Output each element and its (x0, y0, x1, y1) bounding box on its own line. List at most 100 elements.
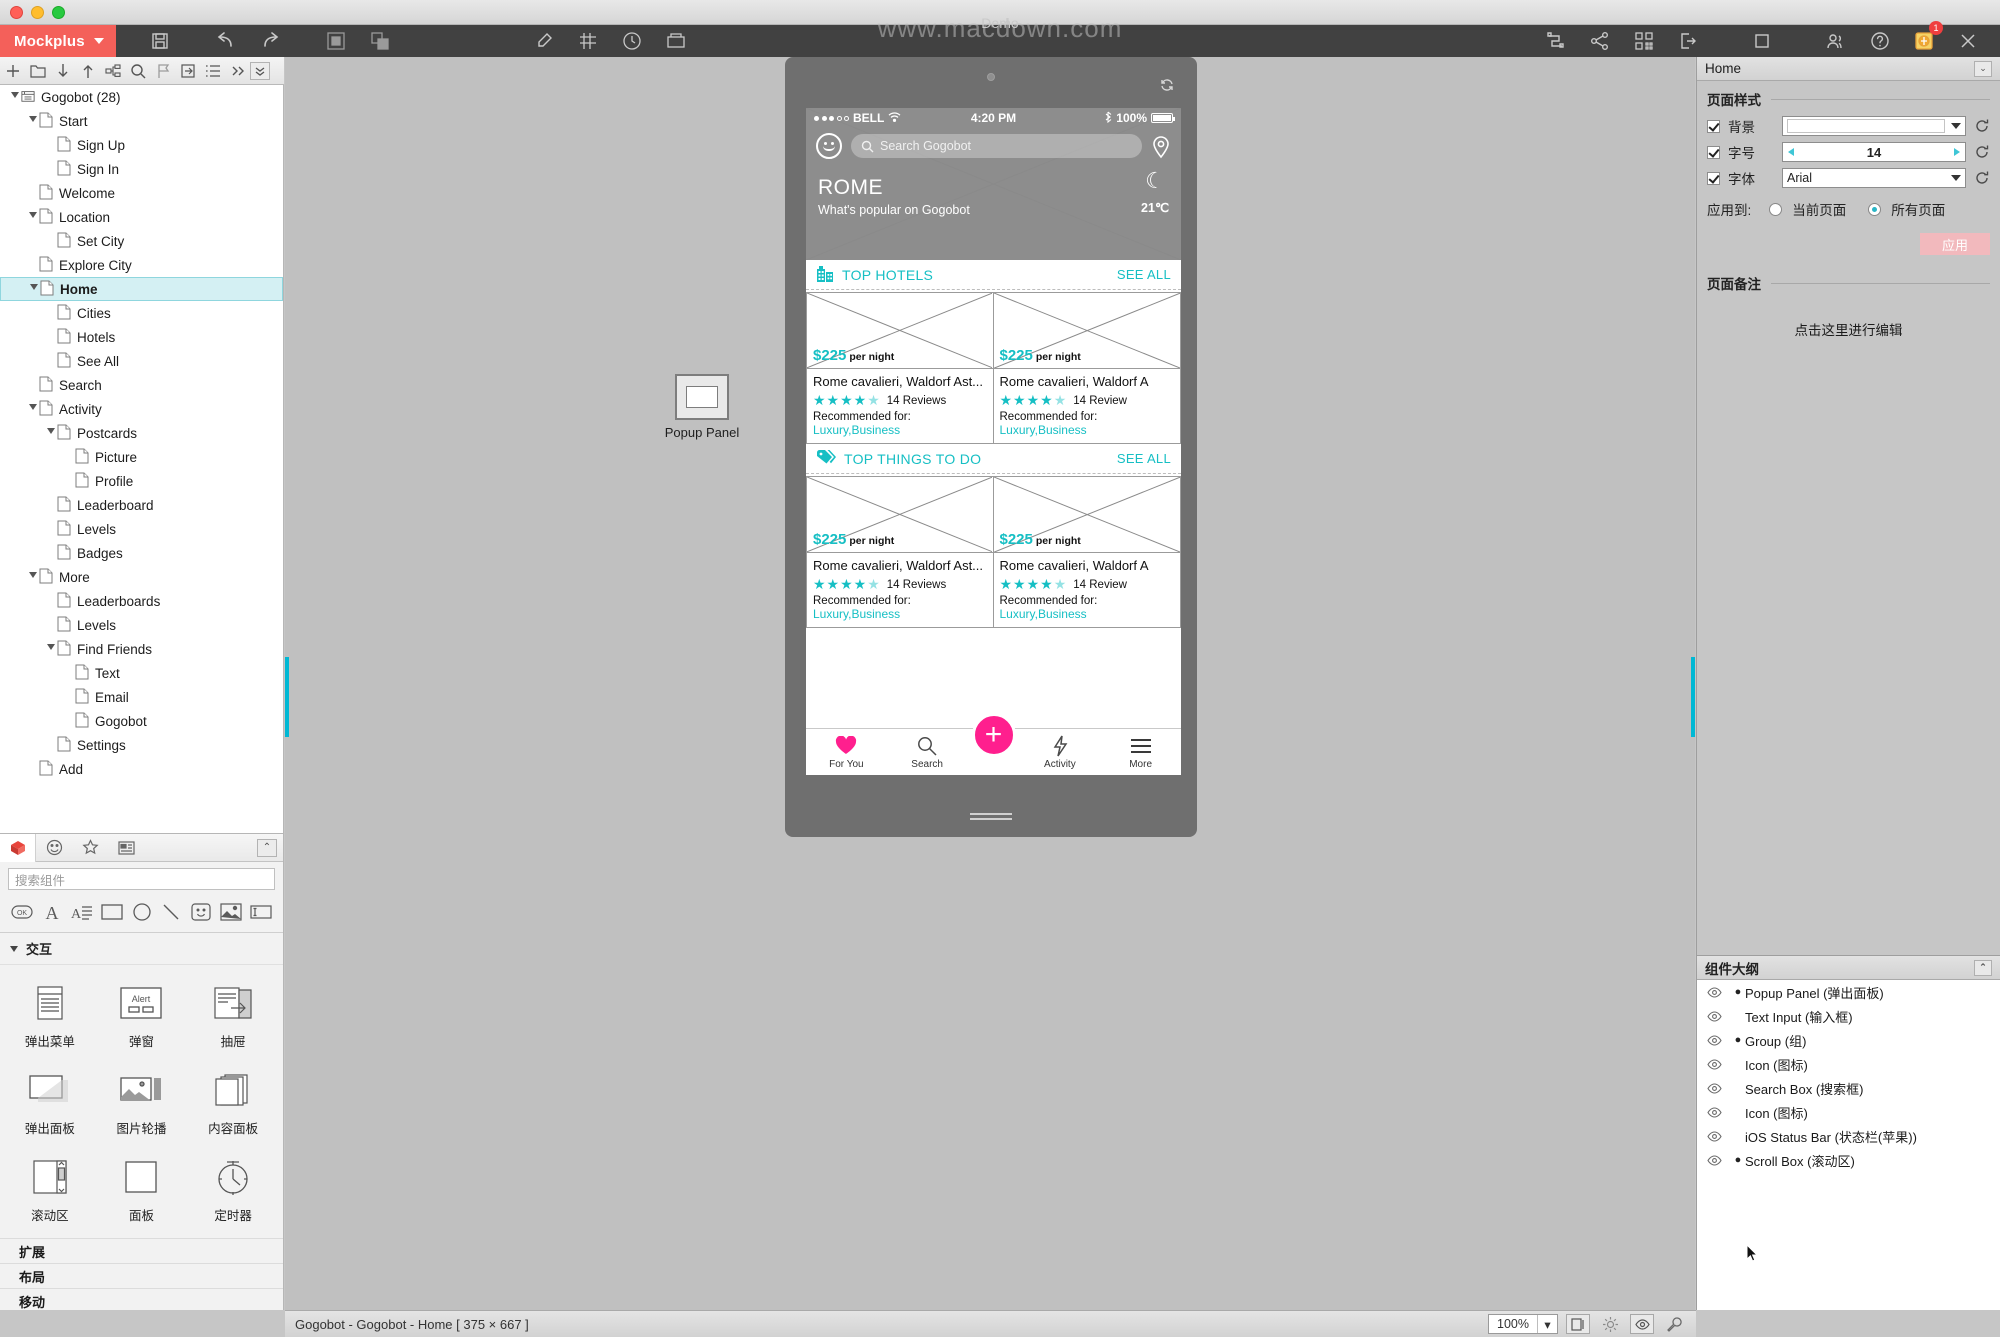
image-icon[interactable] (219, 900, 243, 924)
library-items-grid[interactable]: 弹出菜单 Alert 弹窗 抽屉 弹出面板 图片轮播 内容面板 滚动区 面板 定时器 (0, 965, 283, 1238)
close-window-button[interactable] (10, 6, 23, 19)
property-row-background[interactable]: 背景 (1697, 113, 2000, 139)
undo-icon[interactable] (211, 26, 241, 56)
outline-item[interactable]: Icon (图标) (1697, 1100, 2000, 1124)
move-down-icon[interactable] (50, 58, 75, 83)
tree-item-leaderboards[interactable]: Leaderboards (0, 589, 283, 613)
see-all-link[interactable]: SEE ALL (1117, 451, 1171, 466)
input-icon[interactable] (249, 900, 273, 924)
card[interactable]: $225 per night Rome cavalieri, Waldorf A ★★… (993, 292, 1181, 444)
help-icon[interactable] (1865, 26, 1895, 56)
tree-item-start[interactable]: Start (0, 109, 283, 133)
twisty-icon[interactable] (44, 643, 57, 656)
background-color-select[interactable] (1782, 116, 1966, 136)
outline-collapse-button[interactable]: ⌃ (1974, 959, 1992, 976)
tree-item-cities[interactable]: Cities (0, 301, 283, 325)
twisty-icon[interactable] (26, 403, 39, 416)
qrcode-icon[interactable] (1629, 26, 1659, 56)
mask-icon[interactable] (661, 26, 691, 56)
tree-item-sign-up[interactable]: Sign Up (0, 133, 283, 157)
sitemap-icon[interactable] (100, 58, 125, 83)
twisty-icon[interactable] (26, 571, 39, 584)
twisty-icon[interactable] (27, 283, 40, 296)
library-item-popup-menu[interactable]: 弹出菜单 (4, 973, 96, 1060)
flow-icon[interactable] (1541, 26, 1571, 56)
eye-icon[interactable] (1697, 1130, 1731, 1142)
property-row-font-size[interactable]: 字号 14 (1697, 139, 2000, 165)
library-item-alert[interactable]: Alert 弹窗 (96, 973, 188, 1060)
library-item-carousel[interactable]: 图片轮播 (96, 1060, 188, 1147)
popup-panel-thumbnail[interactable] (675, 374, 729, 420)
outline-item[interactable]: Search Box (搜索框) (1697, 1076, 2000, 1100)
tree-item-text[interactable]: Text (0, 661, 283, 685)
tab-favorites[interactable] (72, 834, 108, 862)
group-icon[interactable] (321, 26, 351, 56)
face-icon[interactable] (189, 900, 213, 924)
component-search-input[interactable]: 搜索组件 (8, 868, 275, 890)
search-input[interactable]: Search Gogobot (851, 134, 1142, 158)
text-icon[interactable]: A (40, 900, 64, 924)
add-page-icon[interactable] (0, 58, 25, 83)
pages-tree[interactable]: Gogobot (28) Start Sign Up Sign In Welcome Lo… (0, 85, 284, 833)
rectangle-icon[interactable] (100, 900, 124, 924)
collapse-icon[interactable] (250, 61, 270, 80)
properties-collapse-button[interactable]: ⌄ (1974, 60, 1992, 77)
redo-icon[interactable] (255, 26, 285, 56)
apply-to-row[interactable]: 应用到: 当前页面 所有页面 (1697, 191, 2000, 227)
tree-item-search[interactable]: Search (0, 373, 283, 397)
radio-all-pages[interactable] (1868, 202, 1882, 216)
tree-item-hotels[interactable]: Hotels (0, 325, 283, 349)
tree-item-welcome[interactable]: Welcome (0, 181, 283, 205)
library-section-header[interactable]: 交互 (0, 933, 283, 965)
tab-activity[interactable]: Activity (1020, 735, 1101, 770)
zoom-select[interactable]: 100% ▾ (1488, 1314, 1558, 1334)
tree-item-activity[interactable]: Activity (0, 397, 283, 421)
gift-icon[interactable]: 1 (1909, 21, 1943, 56)
ruler-icon[interactable] (617, 26, 647, 56)
tree-item-postcards[interactable]: Postcards (0, 421, 283, 445)
outline-item[interactable]: iOS Status Bar (状态栏(苹果)) (1697, 1124, 2000, 1148)
eye-icon[interactable] (1697, 986, 1731, 998)
card[interactable]: $225 per night Rome cavalieri, Waldorf A ★★… (993, 476, 1181, 628)
circle-icon[interactable] (130, 900, 154, 924)
tab-emoji[interactable] (36, 834, 72, 862)
outline-item[interactable]: ● Scroll Box (滚动区) (1697, 1148, 2000, 1172)
tab-for-you[interactable]: For You (806, 735, 887, 770)
close-icon[interactable] (1953, 26, 1983, 56)
font-family-checkbox[interactable] (1707, 171, 1720, 185)
tree-item-gogobot-28[interactable]: Gogobot (28) (0, 85, 283, 109)
card[interactable]: $225 per night Rome cavalieri, Waldorf Ast… (806, 292, 994, 444)
library-item-content-panel[interactable]: 内容面板 (187, 1060, 279, 1147)
tab-search[interactable]: Search (887, 735, 968, 770)
library-section-移动[interactable]: 移动 (0, 1288, 283, 1310)
card[interactable]: $225 per night Rome cavalieri, Waldorf Ast… (806, 476, 994, 628)
phone-frame[interactable]: BELL 4:20 PM 100% Search Gogobot ROME Wh… (785, 57, 1197, 837)
library-collapsed-sections[interactable]: 扩展布局移动静态图表批注 (0, 1238, 283, 1310)
add-folder-icon[interactable] (25, 58, 50, 83)
library-tabs[interactable]: ⌃ (0, 834, 283, 862)
button-icon[interactable]: OK (10, 900, 34, 924)
paragraph-icon[interactable]: A (70, 900, 94, 924)
tree-item-location[interactable]: Location (0, 205, 283, 229)
more-icon[interactable] (225, 58, 250, 83)
outline-item[interactable]: ● Group (组) (1697, 1028, 2000, 1052)
outline-item[interactable]: Icon (图标) (1697, 1052, 2000, 1076)
library-item-drawer[interactable]: 抽屉 (187, 973, 279, 1060)
library-item-scroll-box[interactable]: 滚动区 (4, 1147, 96, 1234)
radio-current-page[interactable] (1769, 202, 1783, 216)
twisty-icon[interactable] (44, 427, 57, 440)
tree-item-find-friends[interactable]: Find Friends (0, 637, 283, 661)
tree-item-sign-in[interactable]: Sign In (0, 157, 283, 181)
team-icon[interactable] (1821, 26, 1851, 56)
move-up-icon[interactable] (75, 58, 100, 83)
library-section-扩展[interactable]: 扩展 (0, 1238, 283, 1263)
outline-item[interactable]: Text Input (输入框) (1697, 1004, 2000, 1028)
tab-components[interactable] (0, 834, 36, 862)
tree-item-add[interactable]: Add (0, 757, 283, 781)
brightness-icon[interactable] (1598, 1314, 1622, 1334)
font-size-checkbox[interactable] (1707, 145, 1720, 159)
apply-button[interactable]: 应用 (1920, 233, 1990, 255)
see-all-link[interactable]: SEE ALL (1117, 267, 1171, 282)
quick-component-icons[interactable]: OK A A (0, 896, 283, 933)
reset-font-size-icon[interactable] (1974, 144, 1990, 160)
